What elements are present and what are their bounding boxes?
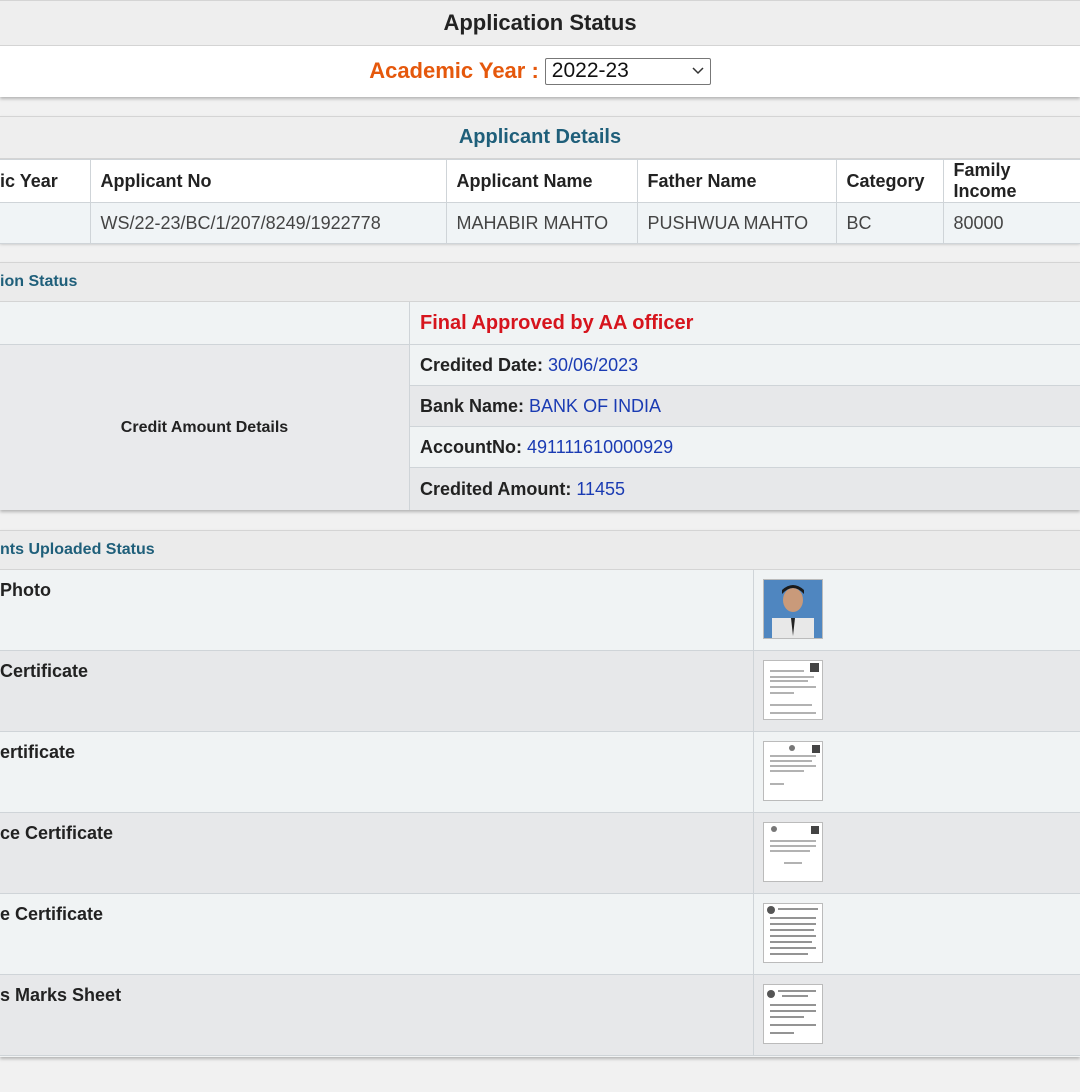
col-academic-year: ic Year: [0, 159, 91, 203]
applicant-details-panel: Applicant Details ic Year Applicant No A…: [0, 116, 1080, 244]
list-item: ertificate: [0, 732, 1080, 813]
document-icon: [770, 826, 819, 864]
col-applicant-no: Applicant No: [89, 159, 447, 203]
final-status: Final Approved by AA officer: [420, 311, 694, 334]
credited-date-label: Credited Date:: [420, 354, 544, 375]
list-item: ce Certificate: [0, 813, 1080, 894]
account-no-label: AccountNo:: [420, 436, 522, 457]
person-icon: [764, 580, 822, 638]
academic-year-label: Academic Year :: [369, 58, 539, 83]
document-label: Certificate: [0, 661, 89, 681]
credited-date-row: Credited Date: 30/06/2023: [410, 345, 1080, 386]
bank-name-value: BANK OF INDIA: [529, 395, 662, 416]
documents-section-title: nts Uploaded Status: [0, 530, 1080, 570]
academic-year-row: Academic Year : 2022-23: [0, 46, 1080, 96]
col-father-name: Father Name: [636, 159, 837, 203]
document-icon: [767, 906, 818, 955]
document-icon: [767, 990, 816, 1034]
document-icon: [770, 745, 820, 785]
final-status-row: Final Approved by AA officer: [410, 302, 1080, 345]
cell-category: BC: [835, 202, 944, 244]
credited-amount-value: 11455: [576, 478, 626, 499]
credited-amount-label: Credited Amount:: [420, 478, 572, 499]
document-thumbnail[interactable]: [763, 984, 823, 1044]
status-section-title: ion Status: [0, 262, 1080, 302]
cell-applicant-name: MAHABIR MAHTO: [445, 202, 638, 244]
account-no-row: AccountNo: 491111610000929: [410, 427, 1080, 468]
documents-panel: nts Uploaded Status Photo Certificate er…: [0, 530, 1080, 1057]
credit-amount-label: Credit Amount Details: [120, 418, 289, 436]
list-item: s Marks Sheet: [0, 975, 1080, 1056]
list-item: e Certificate: [0, 894, 1080, 975]
academic-year-select[interactable]: 2022-23: [544, 57, 711, 85]
document-label: ertificate: [0, 742, 76, 762]
document-label: ce Certificate: [0, 823, 114, 843]
column-divider: [753, 732, 754, 812]
academic-year-value: 2022-23: [551, 59, 629, 82]
document-thumbnail[interactable]: [763, 660, 823, 720]
cell-family-income: 80000: [942, 202, 1080, 244]
cell-academic-year: [0, 202, 91, 244]
status-values: Final Approved by AA officer Credited Da…: [410, 302, 1080, 510]
credit-amount-cell: Credit Amount Details: [0, 345, 410, 510]
column-divider: [753, 813, 754, 893]
page-title: Application Status: [0, 0, 1080, 46]
status-panel: ion Status Credit Amount Details Final A…: [0, 262, 1080, 510]
column-divider: [753, 651, 754, 731]
cell-applicant-no: WS/22-23/BC/1/207/8249/1922778: [89, 202, 447, 244]
col-category: Category: [835, 159, 944, 203]
credited-date-value: 30/06/2023: [548, 354, 639, 375]
table-row: WS/22-23/BC/1/207/8249/1922778 MAHABIR M…: [0, 202, 1080, 244]
status-label-cell: [0, 302, 410, 345]
document-label: s Marks Sheet: [0, 985, 122, 1005]
photo-thumbnail[interactable]: [763, 579, 823, 639]
col-family-income: Family Income: [942, 159, 1080, 203]
col-applicant-name: Applicant Name: [445, 159, 638, 203]
column-divider: [753, 894, 754, 974]
document-thumbnail[interactable]: [763, 822, 823, 882]
document-thumbnail[interactable]: [763, 903, 823, 963]
document-label: e Certificate: [0, 904, 104, 924]
column-divider: [753, 975, 754, 1055]
document-label: Photo: [0, 580, 51, 600]
applicant-details-title: Applicant Details: [0, 116, 1080, 159]
table-header-row: ic Year Applicant No Applicant Name Fath…: [0, 159, 1080, 203]
bank-name-row: Bank Name: BANK OF INDIA: [410, 386, 1080, 427]
application-status-panel: Application Status Academic Year : 2022-…: [0, 0, 1080, 97]
account-no-value: 491111610000929: [527, 436, 674, 457]
bank-name-label: Bank Name:: [420, 395, 525, 416]
credited-amount-row: Credited Amount: 11455: [410, 468, 1080, 510]
document-thumbnail[interactable]: [763, 741, 823, 801]
list-item: Photo: [0, 570, 1080, 651]
chevron-down-icon: [692, 67, 704, 75]
list-item: Certificate: [0, 651, 1080, 732]
applicant-table: ic Year Applicant No Applicant Name Fath…: [0, 159, 1080, 244]
column-divider: [753, 570, 754, 650]
document-icon: [770, 663, 819, 714]
cell-father-name: PUSHWUA MAHTO: [636, 202, 837, 244]
